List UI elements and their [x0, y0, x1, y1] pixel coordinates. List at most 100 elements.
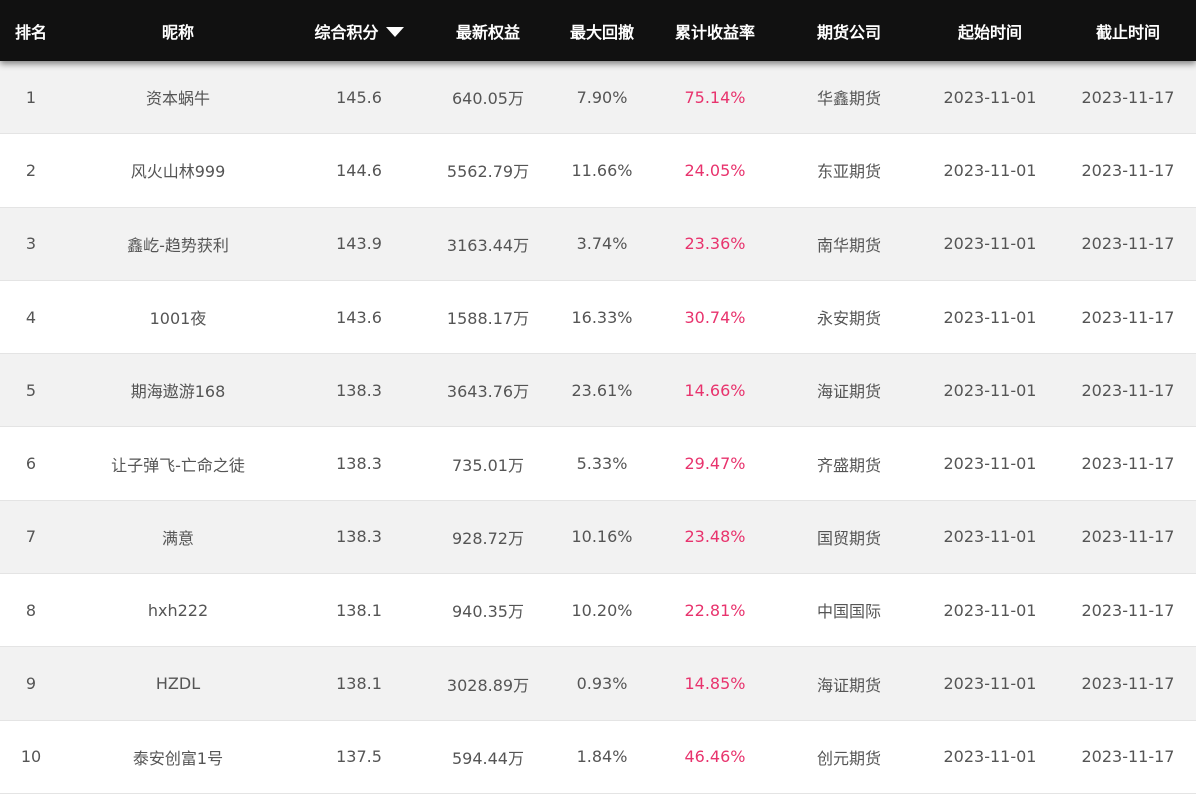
drawdown-cell: 10.16%: [571, 527, 633, 547]
ranking-table: 排名 昵称 综合积分 最新权益 最大回撤 累计收益率 期货公司 起始时间 截止时…: [0, 0, 1196, 794]
score-cell: 138.3: [336, 527, 382, 547]
start-date-cell: 2023-11-01: [943, 380, 1037, 400]
start-date-cell: 2023-11-01: [943, 454, 1037, 474]
table-row[interactable]: 9 HZDL 138.1 3028.89万 0.93% 14.85% 海证期货 …: [0, 647, 1196, 721]
nickname-cell[interactable]: 1001夜: [62, 305, 294, 329]
score-cell: 145.6: [336, 87, 382, 107]
end-date-cell: 2023-11-17: [1081, 454, 1175, 474]
rank-cell: 10: [20, 747, 42, 767]
rank-cell: 1: [25, 87, 37, 107]
nickname-cell[interactable]: 泰安创富1号: [62, 745, 294, 769]
return-rate-cell: 30.74%: [684, 307, 746, 327]
equity-cell: 940.35万: [452, 602, 524, 622]
table-row[interactable]: 7 满意 138.3 928.72万 10.16% 23.48% 国贸期货 20…: [0, 500, 1196, 575]
score-cell: 137.5: [336, 747, 382, 767]
score-cell: 144.6: [336, 160, 382, 180]
nickname-cell[interactable]: 让子弹飞-亡命之徒: [62, 452, 294, 476]
rank-cell: 9: [25, 674, 37, 694]
header-score-sortable[interactable]: 综合积分: [294, 0, 424, 61]
score-cell: 138.3: [336, 454, 382, 474]
score-cell: 138.1: [336, 674, 382, 694]
table-row[interactable]: 2 风火山林999 144.6 5562.79万 11.66% 24.05% 东…: [0, 134, 1196, 208]
company-cell: 南华期货: [816, 235, 881, 255]
drawdown-cell: 1.84%: [576, 747, 628, 767]
company-cell: 齐盛期货: [816, 455, 881, 475]
return-rate-cell: 46.46%: [684, 747, 746, 767]
equity-cell: 735.01万: [452, 455, 524, 475]
company-cell: 东亚期货: [816, 162, 881, 182]
company-cell: 中国国际: [816, 602, 881, 622]
rank-cell: 3: [25, 234, 37, 254]
start-date-cell: 2023-11-01: [943, 160, 1037, 180]
return-rate-cell: 14.85%: [684, 674, 746, 694]
table-row[interactable]: 4 1001夜 143.6 1588.17万 16.33% 30.74% 永安期…: [0, 280, 1196, 355]
start-date-cell: 2023-11-01: [943, 527, 1037, 547]
equity-cell: 5562.79万: [446, 162, 530, 182]
return-rate-cell: 29.47%: [684, 454, 746, 474]
end-date-cell: 2023-11-17: [1081, 674, 1175, 694]
nickname-cell[interactable]: 资本蜗牛: [62, 85, 294, 109]
drawdown-cell: 3.74%: [576, 234, 628, 254]
score-cell: 138.1: [336, 600, 382, 620]
rank-cell: 7: [25, 527, 37, 547]
drawdown-cell: 16.33%: [571, 307, 633, 327]
end-date-cell: 2023-11-17: [1081, 600, 1175, 620]
header-company: 期货公司: [816, 22, 881, 42]
return-rate-cell: 22.81%: [684, 600, 746, 620]
caret-down-icon: [385, 26, 404, 37]
nickname-cell[interactable]: hxh222: [62, 601, 294, 620]
end-date-cell: 2023-11-17: [1081, 87, 1175, 107]
return-rate-cell: 23.36%: [684, 234, 746, 254]
header-start-date: 起始时间: [957, 22, 1022, 42]
drawdown-cell: 23.61%: [571, 380, 633, 400]
nickname-cell[interactable]: 鑫屹-趋势获利: [62, 232, 294, 256]
rank-cell: 6: [25, 454, 37, 474]
rank-cell: 2: [25, 160, 37, 180]
table-row[interactable]: 6 让子弹飞-亡命之徒 138.3 735.01万 5.33% 29.47% 齐…: [0, 427, 1196, 501]
equity-cell: 640.05万: [452, 89, 524, 109]
table-row[interactable]: 5 期海遨游168 138.3 3643.76万 23.61% 14.66% 海…: [0, 354, 1196, 428]
drawdown-cell: 10.20%: [571, 600, 633, 620]
start-date-cell: 2023-11-01: [943, 600, 1037, 620]
company-cell: 华鑫期货: [816, 89, 881, 109]
nickname-cell[interactable]: 风火山林999: [62, 158, 294, 182]
nickname-cell[interactable]: 满意: [62, 525, 294, 549]
header-equity: 最新权益: [455, 22, 520, 42]
score-cell: 143.9: [336, 234, 382, 254]
table-row[interactable]: 8 hxh222 138.1 940.35万 10.20% 22.81% 中国国…: [0, 574, 1196, 648]
company-cell: 海证期货: [816, 382, 881, 402]
return-rate-cell: 75.14%: [684, 87, 746, 107]
drawdown-cell: 0.93%: [576, 674, 628, 694]
equity-cell: 928.72万: [452, 528, 524, 548]
start-date-cell: 2023-11-01: [943, 747, 1037, 767]
header-drawdown: 最大回撤: [569, 22, 634, 42]
equity-cell: 3028.89万: [446, 675, 530, 695]
start-date-cell: 2023-11-01: [943, 234, 1037, 254]
end-date-cell: 2023-11-17: [1081, 234, 1175, 254]
rank-cell: 4: [25, 307, 37, 327]
equity-cell: 594.44万: [452, 748, 524, 768]
table-row[interactable]: 1 资本蜗牛 145.6 640.05万 7.90% 75.14% 华鑫期货 2…: [0, 61, 1196, 135]
end-date-cell: 2023-11-17: [1081, 160, 1175, 180]
table-body: 1 资本蜗牛 145.6 640.05万 7.90% 75.14% 华鑫期货 2…: [0, 61, 1196, 794]
header-return-rate: 累计收益率: [674, 22, 755, 42]
table-header: 排名 昵称 综合积分 最新权益 最大回撤 累计收益率 期货公司 起始时间 截止时…: [0, 0, 1196, 61]
header-rank: 排名: [14, 22, 47, 42]
company-cell: 国贸期货: [816, 528, 881, 548]
company-cell: 永安期货: [816, 309, 881, 329]
end-date-cell: 2023-11-17: [1081, 527, 1175, 547]
return-rate-cell: 23.48%: [684, 527, 746, 547]
table-row[interactable]: 3 鑫屹-趋势获利 143.9 3163.44万 3.74% 23.36% 南华…: [0, 207, 1196, 281]
end-date-cell: 2023-11-17: [1081, 380, 1175, 400]
end-date-cell: 2023-11-17: [1081, 307, 1175, 327]
return-rate-cell: 14.66%: [684, 380, 746, 400]
equity-cell: 3643.76万: [446, 382, 530, 402]
rank-cell: 8: [25, 600, 37, 620]
table-row[interactable]: 10 泰安创富1号 137.5 594.44万 1.84% 46.46% 创元期…: [0, 720, 1196, 794]
drawdown-cell: 7.90%: [576, 87, 628, 107]
nickname-cell[interactable]: 期海遨游168: [62, 378, 294, 402]
equity-cell: 1588.17万: [446, 309, 530, 329]
return-rate-cell: 24.05%: [684, 160, 746, 180]
score-cell: 138.3: [336, 380, 382, 400]
nickname-cell[interactable]: HZDL: [62, 674, 294, 693]
